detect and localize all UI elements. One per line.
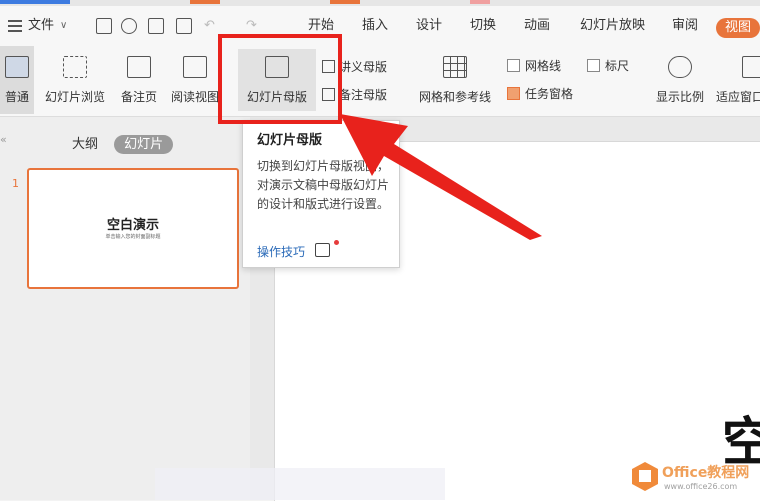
tab-design[interactable]: 设计 — [416, 6, 442, 46]
reading-view-icon — [183, 56, 207, 78]
undo-icon[interactable]: ↶ — [204, 6, 215, 46]
watermark-url: www.office26.com — [664, 482, 738, 491]
normal-view-button[interactable]: 普通 — [0, 46, 34, 114]
slide-number: 1 — [12, 177, 19, 190]
office-logo-icon — [632, 462, 658, 491]
gridlines-label: 网格线 — [525, 59, 562, 73]
ruler-checkbox[interactable]: 标尺 — [587, 57, 629, 74]
bottom-overlay — [155, 468, 445, 500]
watermark-brand: Office教程网 — [662, 465, 750, 481]
notes-page-icon — [127, 56, 151, 78]
collapse-panel-icon[interactable]: « — [0, 133, 7, 146]
watermark: Office教程网 www.office26.com — [630, 460, 758, 498]
tab-review[interactable]: 审阅 — [672, 6, 698, 46]
tooltip-title: 幻灯片母版 — [257, 133, 323, 148]
normal-view-icon — [5, 56, 29, 78]
tab-outline[interactable]: 大纲 — [72, 137, 98, 152]
fit-window-icon — [742, 56, 760, 78]
print-preview-icon[interactable] — [176, 18, 192, 34]
gridlines-check[interactable] — [507, 59, 520, 72]
tab-transition[interactable]: 切换 — [470, 6, 496, 46]
ruler-check[interactable] — [587, 59, 600, 72]
slide-browse-button[interactable]: 幻灯片浏览 — [42, 56, 108, 105]
notes-page-label: 备注页 — [120, 90, 157, 104]
reading-view-label: 阅读视图 — [170, 90, 219, 104]
panel-tabs: 大纲 幻灯片 — [72, 133, 174, 154]
tab-slides[interactable]: 幻灯片 — [114, 135, 174, 154]
handout-master-label: 讲义母版 — [339, 60, 388, 74]
menu-bar: 文件 ∨ ↶ ↷ 开始 插入 设计 切换 动画 幻灯片放映 审阅 视图 — [0, 6, 760, 46]
file-menu[interactable]: 文件 — [28, 6, 54, 46]
slide-thumbnail[interactable]: 空白演示 单击输入您的封面副标题 — [27, 168, 239, 289]
normal-view-label: 普通 — [4, 90, 29, 104]
slide-browse-icon — [63, 56, 87, 78]
tab-insert[interactable]: 插入 — [362, 6, 388, 46]
menu-hamburger-icon[interactable] — [8, 20, 22, 32]
task-pane-label: 任务窗格 — [525, 87, 574, 101]
fit-window-button[interactable]: 适应窗口 — [716, 56, 760, 105]
tab-view[interactable]: 视图 — [716, 18, 760, 38]
grid-guides-button[interactable]: 网格和参考线 — [414, 56, 496, 105]
tooltip-tips-link[interactable]: 操作技巧 — [257, 243, 305, 260]
fit-window-label: 适应窗口 — [716, 90, 760, 104]
tab-animation[interactable]: 动画 — [524, 6, 550, 46]
annotation-arrow — [340, 114, 542, 240]
highlight-box — [218, 34, 342, 124]
notes-page-button[interactable]: 备注页 — [118, 56, 160, 105]
chevron-down-icon[interactable]: ∨ — [60, 6, 67, 46]
zoom-label: 显示比例 — [655, 90, 704, 104]
save-icon[interactable] — [96, 18, 112, 34]
grid-icon — [443, 56, 467, 78]
task-pane-check[interactable] — [507, 87, 520, 100]
thumb-subtitle: 单击输入您的封面副标题 — [105, 234, 161, 240]
print-icon[interactable] — [148, 18, 164, 34]
zoom-icon — [668, 56, 692, 78]
zoom-button[interactable]: 显示比例 — [652, 56, 708, 105]
format-painter-icon[interactable] — [121, 18, 137, 34]
gridlines-checkbox[interactable]: 网格线 — [507, 57, 561, 74]
slide-browse-label: 幻灯片浏览 — [44, 90, 105, 104]
notification-dot — [334, 240, 339, 245]
reading-view-button[interactable]: 阅读视图 — [168, 56, 222, 105]
tab-slideshow[interactable]: 幻灯片放映 — [580, 6, 645, 46]
thumb-title: 空白演示 — [106, 218, 159, 233]
slides-panel: « 大纲 幻灯片 1 空白演示 单击输入您的封面副标题 — [0, 117, 250, 500]
video-icon[interactable] — [315, 243, 330, 257]
ruler-label: 标尺 — [605, 59, 630, 73]
